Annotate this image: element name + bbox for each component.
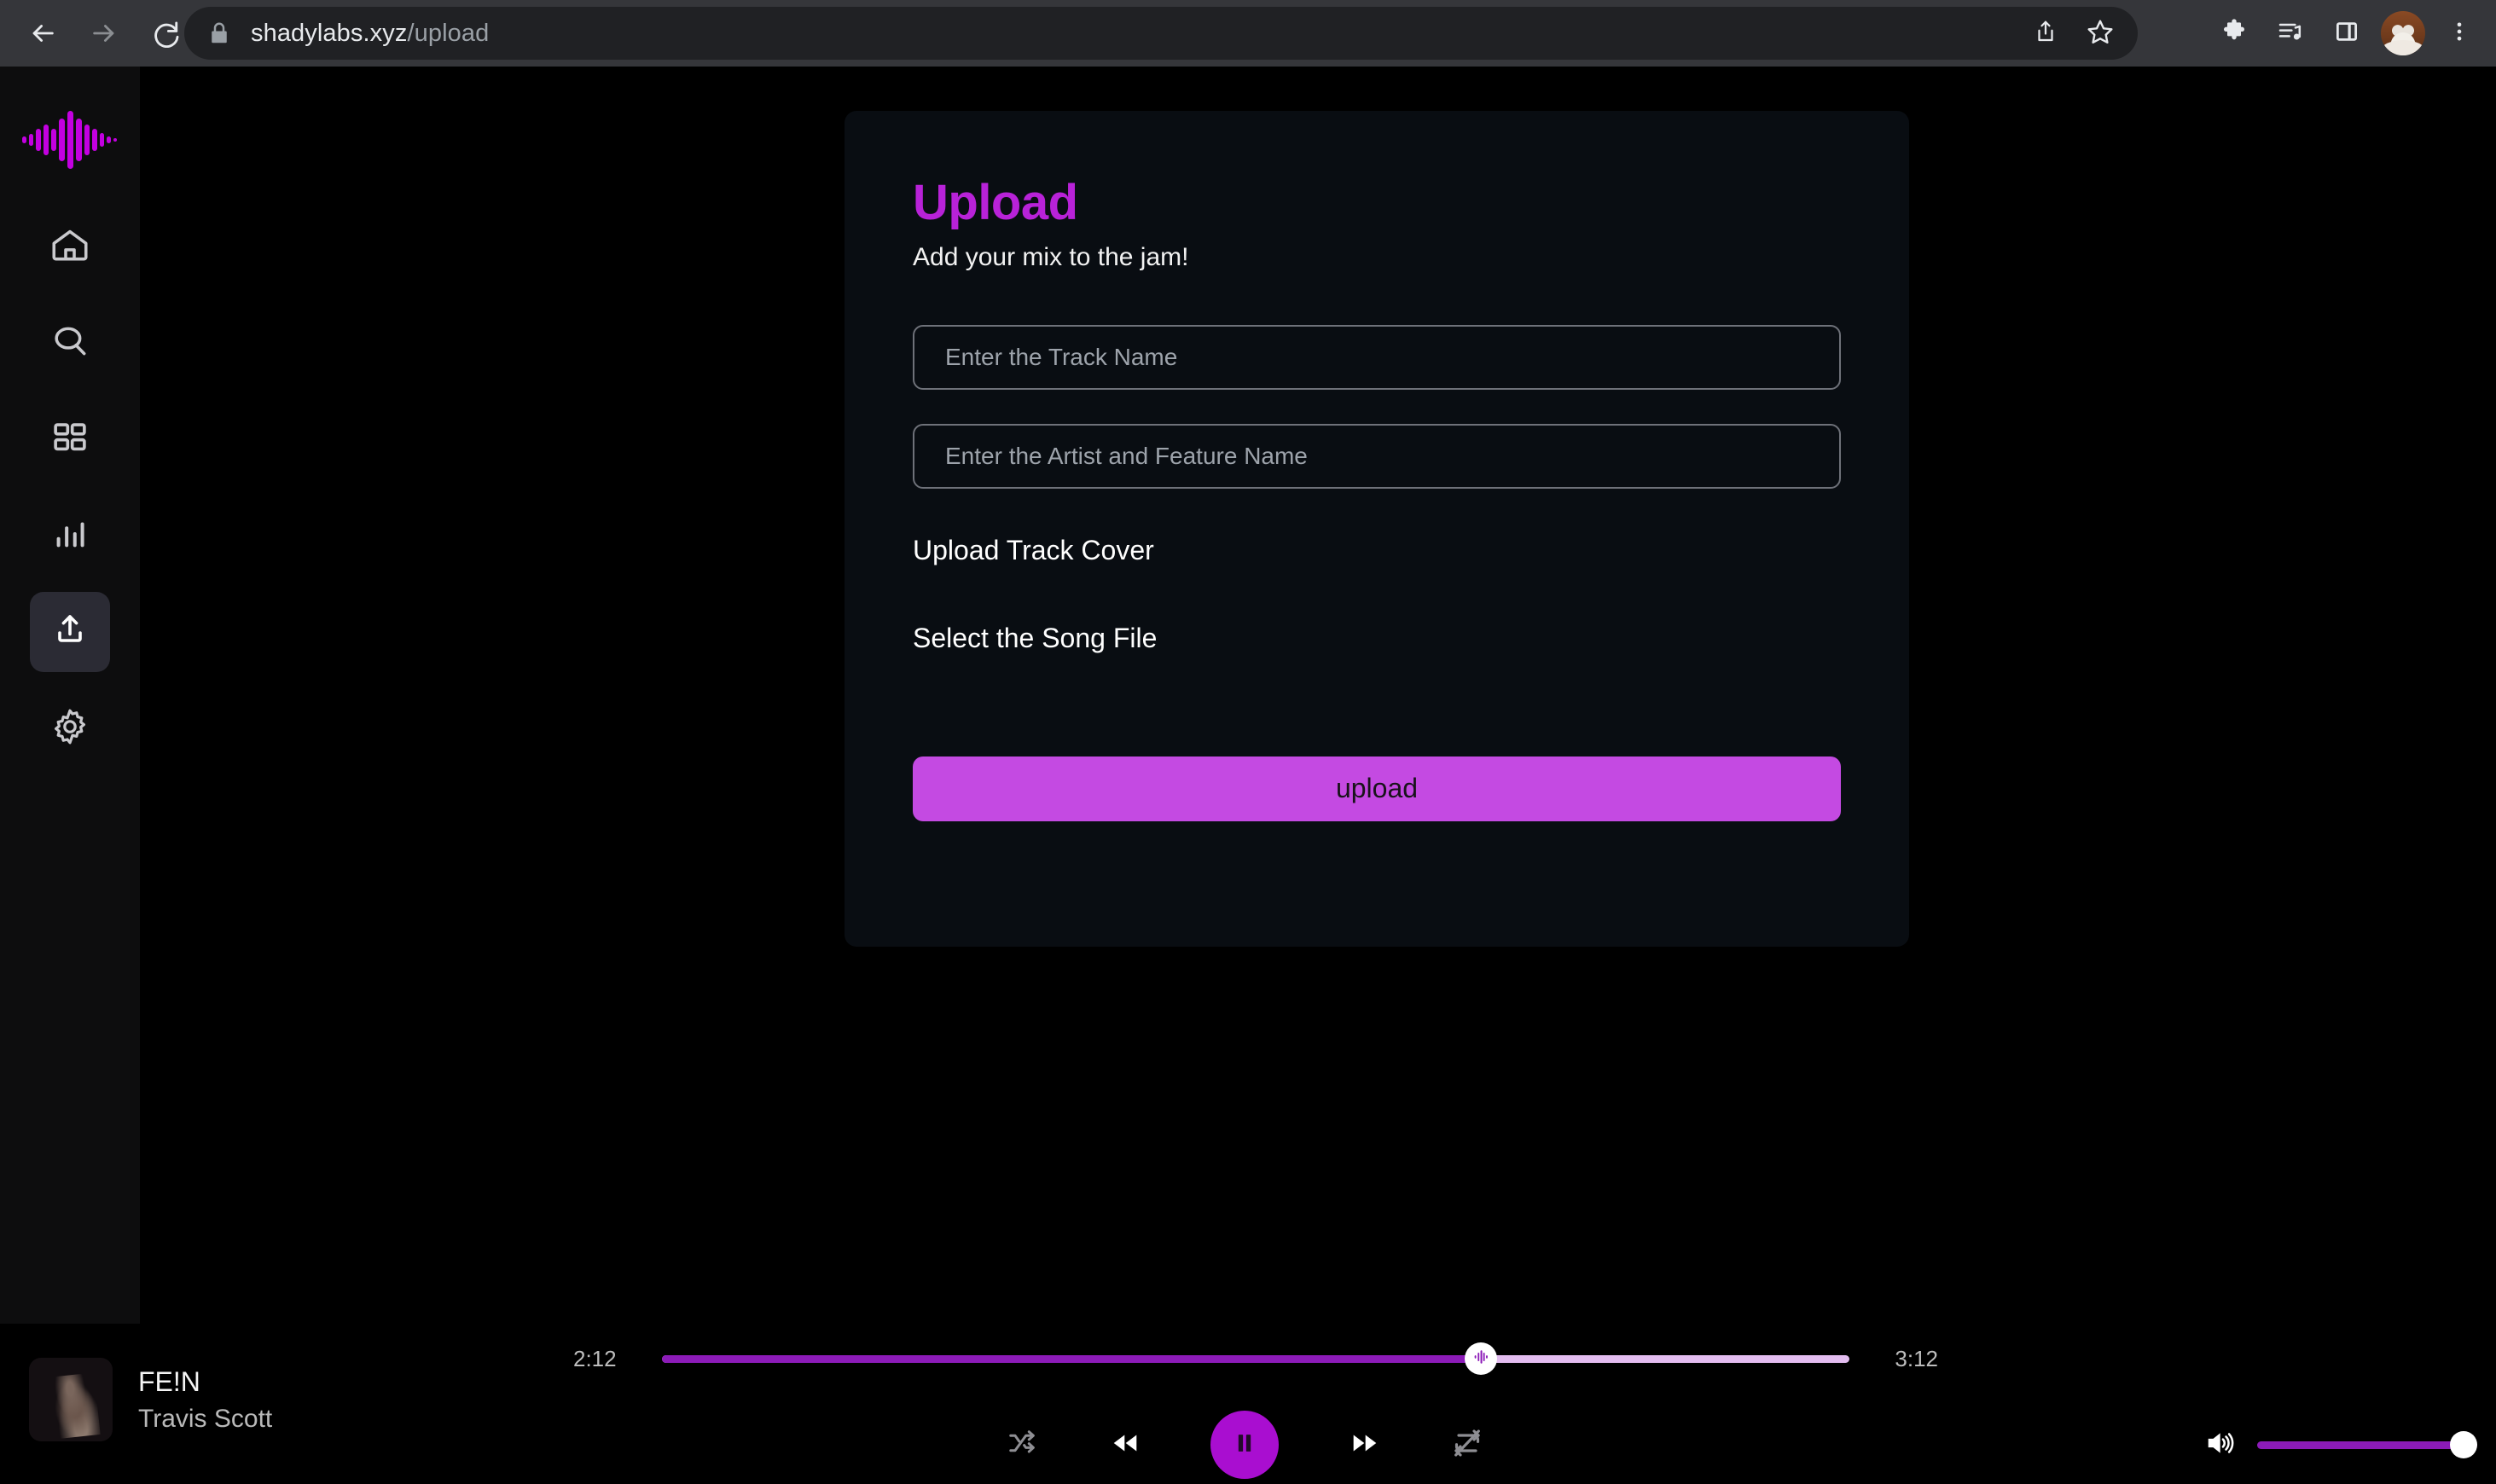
share-icon bbox=[2033, 19, 2058, 49]
progress-row: 2:12 3:12 bbox=[573, 1325, 1938, 1393]
next-button[interactable] bbox=[1347, 1425, 1383, 1465]
sidebar-item-stats[interactable] bbox=[30, 496, 110, 576]
volume-high-icon[interactable] bbox=[2204, 1428, 2235, 1463]
shuffle-icon bbox=[1007, 1427, 1039, 1464]
waveform-logo[interactable] bbox=[20, 102, 119, 177]
extensions-button[interactable] bbox=[2208, 7, 2261, 60]
url-domain: shadylabs.xyz bbox=[251, 19, 408, 47]
previous-button[interactable] bbox=[1107, 1425, 1143, 1465]
volume-slider-track bbox=[2257, 1441, 2477, 1449]
seek-bar-handle[interactable] bbox=[1465, 1342, 1498, 1375]
sidebar-item-upload[interactable] bbox=[30, 592, 110, 672]
gear-icon bbox=[49, 706, 90, 751]
sidebar-nav bbox=[30, 206, 110, 785]
pause-icon bbox=[1231, 1429, 1258, 1461]
sidebar bbox=[0, 67, 140, 1324]
volume-slider-handle[interactable] bbox=[2450, 1431, 2477, 1458]
profile-avatar bbox=[2381, 11, 2425, 55]
omnibox-actions bbox=[2022, 7, 2124, 60]
url-path: /upload bbox=[407, 19, 490, 47]
back-arrow-icon bbox=[28, 19, 57, 48]
profile-button[interactable] bbox=[2377, 7, 2429, 60]
upload-track-cover-label[interactable]: Upload Track Cover bbox=[913, 535, 1841, 566]
forward-button[interactable] bbox=[73, 3, 135, 64]
now-playing: FE!N Travis Scott bbox=[29, 1358, 272, 1441]
back-button[interactable] bbox=[12, 3, 73, 64]
waveform-handle-icon bbox=[1471, 1348, 1490, 1371]
side-panel-button[interactable] bbox=[2320, 7, 2373, 60]
browser-toolbar: shadylabs.xyz/upload bbox=[0, 0, 2496, 67]
album-art-figure bbox=[47, 1371, 101, 1439]
rewind-icon bbox=[1107, 1425, 1143, 1465]
upload-icon bbox=[49, 610, 90, 655]
track-artist: Travis Scott bbox=[138, 1404, 273, 1433]
app-root: Upload Add your mix to the jam! Upload T… bbox=[0, 67, 2496, 1484]
shuffle-button[interactable] bbox=[1007, 1427, 1039, 1464]
chrome-menu-button[interactable] bbox=[2433, 7, 2486, 60]
sidebar-item-home[interactable] bbox=[30, 206, 110, 287]
bar-chart-icon bbox=[50, 514, 90, 558]
address-bar[interactable]: shadylabs.xyz/upload bbox=[184, 7, 2138, 60]
search-icon bbox=[49, 320, 91, 367]
track-name-input[interactable] bbox=[913, 324, 1841, 390]
share-button[interactable] bbox=[2022, 9, 2069, 57]
playback-controls bbox=[1007, 1406, 1484, 1484]
url-text: shadylabs.xyz/upload bbox=[251, 20, 489, 48]
track-title: FE!N bbox=[138, 1365, 200, 1397]
forward-arrow-icon bbox=[90, 19, 119, 48]
track-meta: FE!N Travis Scott bbox=[138, 1366, 272, 1434]
upload-form: Upload Track Cover Select the Song File … bbox=[913, 324, 1841, 821]
home-icon bbox=[49, 223, 91, 270]
star-icon bbox=[2087, 18, 2114, 49]
seek-bar[interactable] bbox=[662, 1342, 1849, 1375]
total-time: 3:12 bbox=[1895, 1345, 1938, 1371]
current-time: 2:12 bbox=[573, 1345, 617, 1371]
play-pause-button[interactable] bbox=[1210, 1411, 1279, 1479]
sidebar-item-library[interactable] bbox=[30, 399, 110, 479]
grid-icon bbox=[50, 418, 90, 461]
playlist-music-icon bbox=[2277, 18, 2304, 49]
volume-slider[interactable] bbox=[2257, 1431, 2477, 1458]
page-subtitle: Add your mix to the jam! bbox=[913, 242, 1189, 271]
browser-nav-buttons bbox=[0, 3, 196, 64]
puzzle-icon bbox=[2220, 18, 2248, 49]
browser-actions bbox=[2208, 0, 2486, 67]
select-song-file-label[interactable]: Select the Song File bbox=[913, 623, 1841, 654]
sidebar-item-settings[interactable] bbox=[30, 688, 110, 768]
side-panel-icon bbox=[2334, 19, 2360, 49]
repeat-button[interactable] bbox=[1450, 1426, 1484, 1464]
seek-bar-fill bbox=[662, 1354, 1482, 1363]
upload-card: Upload Add your mix to the jam! Upload T… bbox=[845, 111, 1909, 947]
reload-icon bbox=[151, 19, 180, 48]
repeat-off-icon bbox=[1450, 1426, 1484, 1464]
upload-card-inner: Upload Add your mix to the jam! Upload T… bbox=[845, 111, 1909, 821]
fast-forward-icon bbox=[1347, 1425, 1383, 1465]
three-dot-menu-icon bbox=[2447, 20, 2471, 48]
page-title: Upload bbox=[913, 175, 1078, 230]
volume-control bbox=[2204, 1406, 2477, 1484]
media-control-button[interactable] bbox=[2264, 7, 2317, 60]
artist-name-input[interactable] bbox=[913, 423, 1841, 489]
bookmark-button[interactable] bbox=[2076, 9, 2124, 57]
album-art[interactable] bbox=[29, 1358, 113, 1441]
upload-submit-button[interactable]: upload bbox=[913, 756, 1841, 821]
player-bar: FE!N Travis Scott 2:12 3:12 bbox=[0, 1324, 2496, 1484]
sidebar-item-search[interactable] bbox=[30, 303, 110, 383]
lock-icon bbox=[206, 20, 232, 46]
